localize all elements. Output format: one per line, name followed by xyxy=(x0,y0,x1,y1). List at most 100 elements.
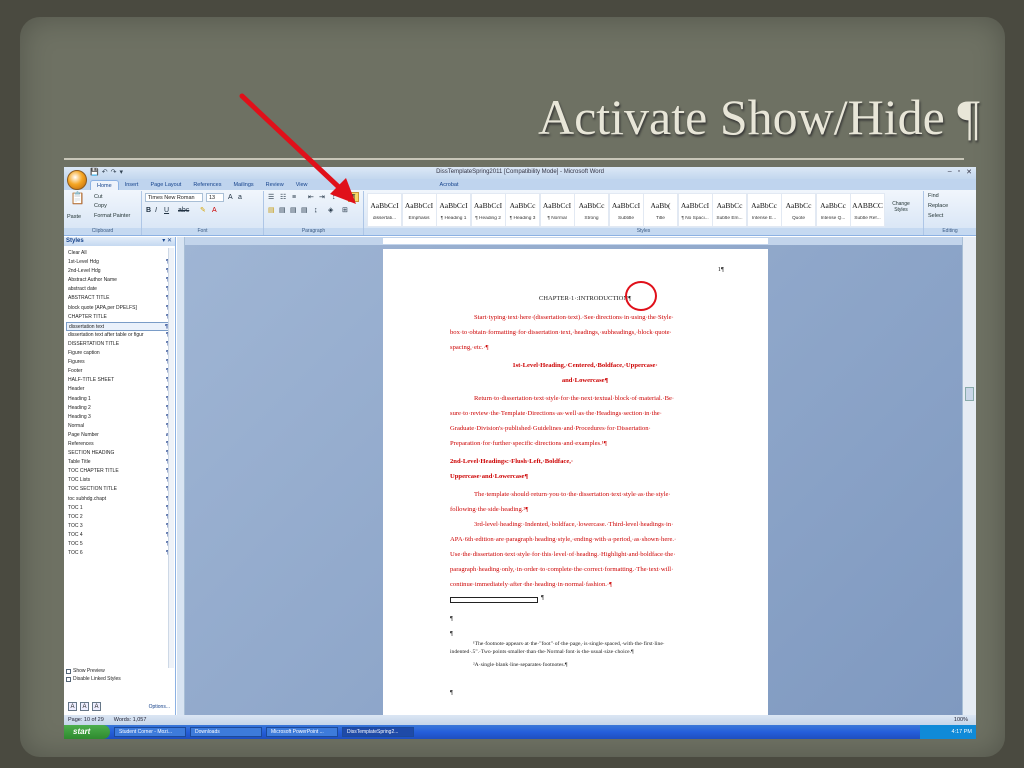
style-list-item[interactable]: TOC CHAPTER TITLE¶ xyxy=(66,467,173,476)
style-tile[interactable]: AaBbCc Intense Q... xyxy=(815,193,851,227)
show-preview-checkbox[interactable]: Show Preview xyxy=(66,667,174,675)
style-list-item[interactable]: CHAPTER TITLE¶ xyxy=(66,313,173,322)
tab-insert[interactable]: Insert xyxy=(119,180,145,190)
style-tile[interactable]: AaBbCcI Subtitle xyxy=(608,193,644,227)
style-tile[interactable]: AaBbCc Quote xyxy=(781,193,816,227)
style-list-item[interactable]: ABSTRACT TITLE¶ xyxy=(66,294,173,303)
style-list-item[interactable]: Table Title¶ xyxy=(66,458,173,467)
font-name-field[interactable]: Times New Roman xyxy=(145,193,203,202)
cut-button[interactable]: Cut xyxy=(94,194,103,200)
strikethrough-icon[interactable]: abc xyxy=(178,206,189,215)
tab-acrobat[interactable]: Acrobat xyxy=(434,180,465,190)
style-inspector-icon[interactable]: A xyxy=(80,702,89,711)
select-button[interactable]: Select xyxy=(928,213,943,219)
copy-button[interactable]: Copy xyxy=(94,203,107,209)
style-list-item[interactable]: TOC 2¶ xyxy=(66,513,173,522)
maximize-button[interactable]: ▫ xyxy=(958,168,960,176)
close-icon[interactable]: ▾ ✕ xyxy=(162,237,172,246)
start-button[interactable]: start xyxy=(64,725,110,739)
style-list-item[interactable]: TOC Lists¶ xyxy=(66,476,173,485)
style-tile[interactable]: AaBbCcI ¶ Normal xyxy=(539,193,575,227)
style-list-item[interactable]: SECTION HEADING¶ xyxy=(66,449,173,458)
page-count[interactable]: Page: 10 of 29 xyxy=(68,717,104,723)
find-button[interactable]: Find xyxy=(928,193,939,199)
style-list-item[interactable]: DISSERTATION TITLE¶ xyxy=(66,340,173,349)
bold-icon[interactable]: B xyxy=(146,206,151,215)
zoom-level[interactable]: 100% xyxy=(954,717,968,723)
paste-button[interactable]: Paste xyxy=(67,214,81,220)
style-list-item[interactable]: 1st-Level Hdg¶ xyxy=(66,258,173,267)
style-list-item[interactable]: TOC 1¶ xyxy=(66,504,173,513)
style-list-item[interactable]: block quote [APA,per DPELFS]¶ xyxy=(66,304,173,313)
style-list-item[interactable]: dissertation text after table or figur¶ xyxy=(66,331,173,340)
document-scrollbar[interactable] xyxy=(962,237,976,715)
font-color-icon[interactable]: A xyxy=(212,206,217,215)
style-list-item[interactable]: toc subhdg.chapt¶ xyxy=(66,495,173,504)
close-button[interactable]: ✕ xyxy=(966,168,972,176)
style-list-item[interactable]: TOC 5¶ xyxy=(66,540,173,549)
task-firefox[interactable]: Student Corner - Mozi... xyxy=(114,727,186,737)
style-list-item[interactable]: Normal¶ xyxy=(66,422,173,431)
task-downloads[interactable]: Downloads xyxy=(190,727,262,737)
style-tile[interactable]: AaBbCcI Emphasis xyxy=(401,193,437,227)
style-tile[interactable]: AaBbCc ¶ Heading 3 xyxy=(505,193,540,227)
change-styles-button[interactable]: Change Styles xyxy=(886,201,916,213)
style-tile[interactable]: AaBbCc Intense E... xyxy=(746,193,782,227)
underline-icon[interactable]: U xyxy=(164,206,169,215)
paste-icon[interactable]: 📋 xyxy=(70,192,85,204)
task-powerpoint[interactable]: Microsoft PowerPoint ... xyxy=(266,727,338,737)
tab-home[interactable]: Home xyxy=(90,180,119,190)
style-list-item[interactable]: Header¶ xyxy=(66,385,173,394)
grow-font-icon[interactable]: A xyxy=(228,193,233,202)
style-tile[interactable]: AaBbCc Subtle Em... xyxy=(712,193,747,227)
style-sample: AaBbCc xyxy=(716,201,743,210)
new-style-icon[interactable]: A xyxy=(68,702,77,711)
style-list-item[interactable]: Heading 1¶ xyxy=(66,395,173,404)
highlight-icon[interactable]: ✎ xyxy=(200,206,206,215)
style-tile[interactable]: AABBCC Subtle Ref... xyxy=(850,193,885,227)
system-tray-clock[interactable]: 4:17 PM xyxy=(920,725,976,739)
style-list-item[interactable]: TOC 3¶ xyxy=(66,522,173,531)
task-word[interactable]: DissTemplateSpring2... xyxy=(342,727,414,737)
manage-styles-icon[interactable]: A xyxy=(92,702,101,711)
style-tile[interactable]: AaBbCcI ¶ Heading 2 xyxy=(470,193,506,227)
style-tile[interactable]: AaBbCcI ¶ No Spaci... xyxy=(677,193,713,227)
tab-page-layout[interactable]: Page Layout xyxy=(144,180,187,190)
chapter-title: CHAPTER·1·:INTRODUCTION¶ xyxy=(538,295,632,302)
style-list-item[interactable]: dissertation text ¶ xyxy=(66,321,173,331)
styles-scrollbar[interactable] xyxy=(168,248,174,668)
document-page[interactable]: 1¶ CHAPTER·1·:INTRODUCTION¶ Start·typing… xyxy=(383,249,768,719)
options-link[interactable]: Options... xyxy=(149,704,170,710)
style-list-item[interactable]: Clear All xyxy=(66,249,173,258)
replace-button[interactable]: Replace xyxy=(928,203,948,209)
italic-icon[interactable]: I xyxy=(155,206,157,215)
format-painter-button[interactable]: Format Painter xyxy=(94,213,130,219)
style-tile[interactable]: AaBbCcI dissertati... xyxy=(367,193,402,227)
style-tile[interactable]: AaBbCc Strong xyxy=(574,193,609,227)
style-list-item[interactable]: HALF-TITLE SHEET¶ xyxy=(66,376,173,385)
minimize-button[interactable]: – xyxy=(948,168,952,176)
office-button[interactable] xyxy=(67,170,87,190)
font-size-field[interactable]: 13 xyxy=(206,193,224,202)
style-list-item[interactable]: Heading 3¶ xyxy=(66,413,173,422)
style-list-item[interactable]: TOC 4¶ xyxy=(66,531,173,540)
style-tile[interactable]: AaBb(Title xyxy=(643,193,678,227)
scroll-thumb[interactable] xyxy=(965,387,974,401)
style-tile[interactable]: AaBbCcI ¶ Heading 1 xyxy=(436,193,471,227)
style-list-item[interactable]: TOC 6¶ xyxy=(66,549,173,558)
style-list-item[interactable]: Heading 2¶ xyxy=(66,404,173,413)
horizontal-ruler[interactable] xyxy=(185,237,962,245)
style-list-item[interactable]: Figures¶ xyxy=(66,358,173,367)
style-list-item[interactable]: Page Numbera xyxy=(66,431,173,440)
style-list-item[interactable]: 2nd-Level Hdg¶ xyxy=(66,267,173,276)
word-count[interactable]: Words: 1,057 xyxy=(114,717,147,723)
style-list-item[interactable]: abstract date¶ xyxy=(66,285,173,294)
style-list-label: DISSERTATION TITLE xyxy=(68,340,120,347)
style-list-item[interactable]: Figure caption¶ xyxy=(66,349,173,358)
style-list-item[interactable]: Footer¶ xyxy=(66,367,173,376)
style-list-item[interactable]: TOC SECTION TITLE¶ xyxy=(66,485,173,494)
tab-references[interactable]: References xyxy=(187,180,227,190)
style-list-item[interactable]: Abstract Author Name¶ xyxy=(66,276,173,285)
style-list-item[interactable]: References¶ xyxy=(66,440,173,449)
disable-linked-checkbox[interactable]: Disable Linked Styles xyxy=(66,675,174,683)
